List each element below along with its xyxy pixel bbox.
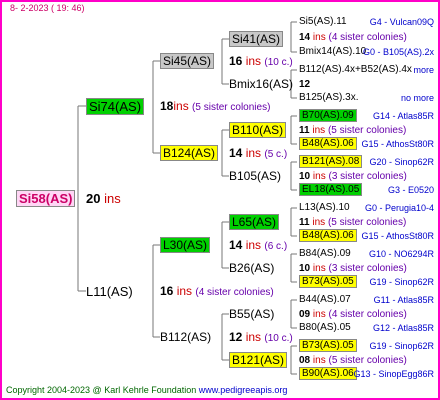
queen-gen5-3[interactable]: B112(AS).4x+B52(AS).4x more	[299, 63, 434, 76]
queen-gen5-14[interactable]: B80(AS).05 G12 - Atlas85R	[299, 321, 434, 334]
queen-gen5-info: G0 - B105(AS).2x	[362, 47, 434, 57]
queen-gen5-info: G19 - Sinop62R	[369, 341, 434, 351]
queen-gen5-15[interactable]: B73(AS).05 G19 - Sinop62R	[299, 339, 434, 352]
queen-gen5-info: G4 - Vulcan09Q	[369, 17, 434, 27]
queen-gen5-name: B70(AS).09	[299, 109, 357, 122]
queen-gen5-info: G11 - Atlas85R	[373, 295, 434, 305]
gen2-sire-ins: 18ins (5 sister colonies)	[160, 99, 271, 114]
gen4-6-ins: 10 ins (3 sister colonies)	[299, 263, 407, 274]
queen-gen5-info: no more	[400, 93, 434, 103]
queen-gen5-name: B48(AS).06	[299, 229, 357, 242]
queen-gen4-4[interactable]: B105(AS)	[229, 170, 281, 183]
queen-gen5-name: B112(AS).4x+B52(AS).4x	[299, 64, 412, 75]
queen-gen4-3[interactable]: B110(AS)	[229, 122, 287, 138]
gen4-2-ins: 12	[299, 79, 311, 90]
queen-gen3-1[interactable]: Si45(AS)	[160, 53, 215, 69]
queen-gen5-info: G12 - Atlas85R	[372, 323, 434, 333]
gen3-1-ins: 16 ins (10 c.)	[229, 54, 293, 69]
queen-gen5-name: B48(AS).06	[299, 137, 357, 150]
queen-gen5-info: more	[413, 65, 434, 75]
queen-gen2-dam[interactable]: L11(AS)	[86, 285, 133, 298]
queen-gen5-info: G13 - SinopEgg86R	[353, 369, 434, 379]
queen-gen3-4[interactable]: B112(AS)	[160, 331, 211, 344]
queen-gen5-10[interactable]: B48(AS).06 G15 - AthosSt80R	[299, 229, 434, 242]
queen-gen4-1[interactable]: Si41(AS)	[229, 31, 284, 47]
queen-gen5-name: B90(AS).06	[299, 367, 357, 380]
queen-gen5-info: G15 - AthosSt80R	[361, 139, 434, 149]
queen-gen5-info: G10 - NO6294R	[368, 249, 434, 259]
queen-gen4-6[interactable]: B26(AS)	[229, 262, 274, 275]
queen-gen5-name: Si5(AS).11	[299, 16, 347, 27]
queen-gen5-name: EL18(AS).05	[299, 183, 363, 196]
queen-gen5-info: G19 - Sinop62R	[369, 277, 434, 287]
queen-gen5-2[interactable]: Bmix14(AS).10 G0 - B105(AS).2x	[299, 45, 434, 58]
queen-gen5-info: G14 - Atlas85R	[372, 111, 434, 121]
gen4-7-ins: 09 ins (4 sister colonies)	[299, 309, 407, 320]
queen-gen5-name: B121(AS).08	[299, 155, 363, 168]
gen4-3-ins: 11 ins (5 sister colonies)	[299, 125, 407, 136]
queen-gen5-5[interactable]: B70(AS).09 G14 - Atlas85R	[299, 109, 434, 122]
queen-gen5-name: B44(AS).07	[299, 294, 351, 305]
queen-gen5-8[interactable]: EL18(AS).05 G3 - E0520	[299, 183, 434, 196]
gen4-1-ins: 14 ins (4 sister colonies)	[299, 32, 407, 43]
gen2-dam-ins: 16 ins (4 sister colonies)	[160, 284, 274, 299]
queen-gen5-info: G3 - E0520	[387, 185, 434, 195]
queen-root[interactable]: Si58(AS)	[16, 190, 76, 207]
queen-gen5-name: B73(AS).05	[299, 275, 357, 288]
queen-gen5-name: B84(AS).09	[299, 248, 351, 259]
queen-gen5-name: B80(AS).05	[299, 322, 351, 333]
queen-gen5-name: L13(AS).10	[299, 202, 350, 213]
queen-gen4-2[interactable]: Bmix16(AS)	[229, 78, 293, 91]
queen-gen5-7[interactable]: B121(AS).08 G20 - Sinop62R	[299, 155, 434, 168]
queen-gen5-name: B125(AS).3x.	[299, 92, 359, 103]
queen-gen5-name: Bmix14(AS).10	[299, 46, 367, 57]
queen-gen5-info: G15 - AthosSt80R	[361, 231, 434, 241]
queen-gen5-name: B73(AS).05	[299, 339, 357, 352]
queen-gen4-5[interactable]: L65(AS)	[229, 214, 280, 230]
gen4-5-ins: 11 ins (5 sister colonies)	[299, 217, 407, 228]
queen-gen4-7[interactable]: B55(AS)	[229, 308, 274, 321]
queen-gen3-3[interactable]: L30(AS)	[160, 237, 211, 253]
queen-gen5-info: G20 - Sinop62R	[369, 157, 434, 167]
gen4-8-ins: 08 ins (5 sister colonies)	[299, 355, 407, 366]
queen-gen3-2[interactable]: B124(AS)	[160, 145, 219, 161]
queen-gen5-9[interactable]: L13(AS).10 G0 - Perugia10-4	[299, 201, 434, 214]
queen-gen5-13[interactable]: B44(AS).07 G11 - Atlas85R	[299, 293, 434, 306]
root-ins-line: 20 ins	[86, 191, 121, 206]
gen3-2-ins: 14 ins (5 c.)	[229, 146, 288, 161]
gen3-3-ins: 14 ins (6 c.)	[229, 238, 288, 253]
queen-gen5-6[interactable]: B48(AS).06 G15 - AthosSt80R	[299, 137, 434, 150]
queen-gen5-4[interactable]: B125(AS).3x. no more	[299, 91, 434, 104]
gen3-4-ins: 12 ins (10 c.)	[229, 330, 293, 345]
queen-gen2-sire[interactable]: Si74(AS)	[86, 98, 145, 115]
gen4-4-ins: 10 ins (3 sister colonies)	[299, 171, 407, 182]
queen-gen5-info: G0 - Perugia10-4	[364, 203, 434, 213]
queen-root-label: Si58(AS)	[16, 190, 76, 207]
copyright: Copyright 2004-2023 @ Karl Kehrle Founda…	[6, 385, 288, 395]
queen-gen5-11[interactable]: B84(AS).09 G10 - NO6294R	[299, 247, 434, 260]
queen-gen4-8[interactable]: B121(AS)	[229, 352, 288, 368]
queen-gen5-12[interactable]: B73(AS).05 G19 - Sinop62R	[299, 275, 434, 288]
queen-gen5-1[interactable]: Si5(AS).11 G4 - Vulcan09Q	[299, 15, 434, 28]
queen-gen5-16[interactable]: B90(AS).06 G13 - SinopEgg86R	[299, 367, 434, 380]
